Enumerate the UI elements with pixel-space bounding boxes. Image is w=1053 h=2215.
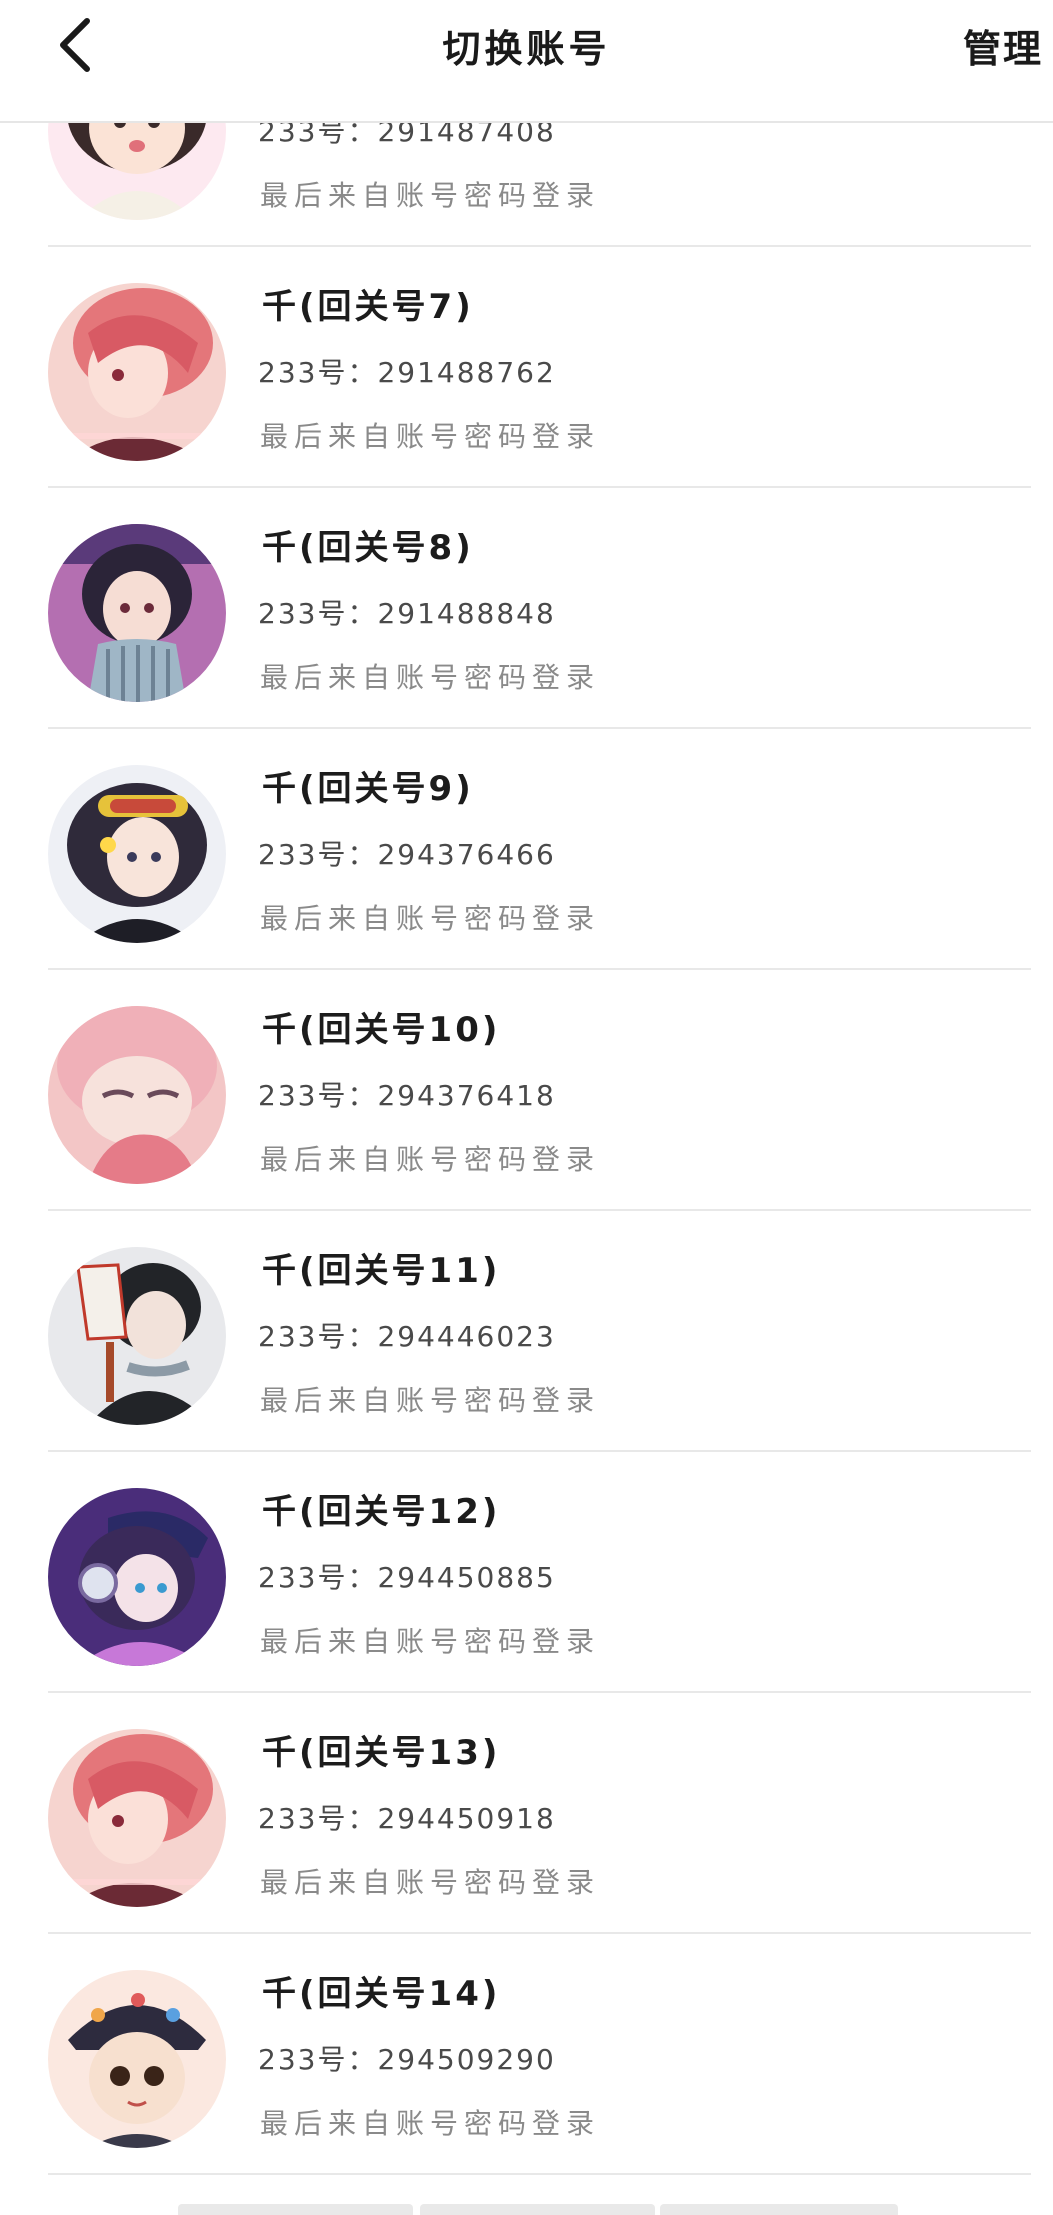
last-login-method: 最后来自账号密码登录 [260, 902, 601, 935]
account-id: 233号：294376466 [258, 838, 556, 871]
last-login-method: 最后来自账号密码登录 [260, 661, 601, 694]
last-login-method: 最后来自账号密码登录 [260, 1143, 601, 1176]
account-name: 千(回关号10) [262, 1010, 501, 1050]
account-name: 千(回关号7) [262, 287, 474, 327]
avatar [48, 1247, 226, 1425]
top-nav-bar: 切换账号 管理 [0, 0, 1053, 123]
avatar-illustration [48, 765, 226, 943]
last-login-method: 最后来自账号密码登录 [260, 1866, 601, 1899]
last-login-method: 最后来自账号密码登录 [260, 420, 601, 453]
avatar [48, 765, 226, 943]
account-name: 千(回关号14) [262, 1974, 501, 2014]
account-id: 233号：291488848 [258, 597, 556, 630]
avatar-illustration [48, 283, 226, 461]
last-login-method: 最后来自账号密码登录 [260, 179, 601, 212]
account-id: 233号：294450918 [258, 1802, 556, 1835]
placeholder-bar [660, 2204, 898, 2215]
account-name: 千(回关号13) [262, 1733, 501, 1773]
avatar-illustration [48, 1970, 226, 2148]
avatar [48, 283, 226, 461]
avatar [48, 524, 226, 702]
last-login-method: 最后来自账号密码登录 [260, 1625, 601, 1658]
account-row[interactable]: 千(回关号7) 233号：291488762 最后来自账号密码登录 [48, 247, 1031, 488]
account-name: 千(回关号11) [262, 1251, 501, 1291]
account-id: 233号：294446023 [258, 1320, 556, 1353]
account-name: 千(回关号12) [262, 1492, 501, 1532]
placeholder-bar [178, 2204, 413, 2215]
avatar-illustration [48, 1729, 226, 1907]
switch-account-screen: 233号：291487408 最后来自账号密码登录 千(回关号7) 233号：2… [0, 0, 1053, 2215]
avatar [48, 1488, 226, 1666]
manage-button[interactable]: 管理 [963, 18, 1043, 73]
account-row[interactable]: 千(回关号11) 233号：294446023 最后来自账号密码登录 [48, 1211, 1031, 1452]
account-id: 233号：291488762 [258, 356, 556, 389]
avatar [48, 1970, 226, 2148]
avatar-illustration [48, 524, 226, 702]
avatar [48, 1006, 226, 1184]
account-row[interactable]: 千(回关号10) 233号：294376418 最后来自账号密码登录 [48, 970, 1031, 1211]
account-row[interactable]: 千(回关号8) 233号：291488848 最后来自账号密码登录 [48, 488, 1031, 729]
last-login-method: 最后来自账号密码登录 [260, 1384, 601, 1417]
placeholder-bar [420, 2204, 655, 2215]
account-row[interactable]: 千(回关号9) 233号：294376466 最后来自账号密码登录 [48, 729, 1031, 970]
account-id: 233号：294509290 [258, 2043, 556, 2076]
account-id: 233号：294450885 [258, 1561, 556, 1594]
avatar-illustration [48, 1488, 226, 1666]
account-row[interactable]: 千(回关号12) 233号：294450885 最后来自账号密码登录 [48, 1452, 1031, 1693]
avatar-illustration [48, 1247, 226, 1425]
account-id: 233号：294376418 [258, 1079, 556, 1112]
account-row-partial[interactable] [48, 2196, 1031, 2215]
account-row[interactable]: 千(回关号13) 233号：294450918 最后来自账号密码登录 [48, 1693, 1031, 1934]
account-name: 千(回关号8) [262, 528, 474, 568]
account-name: 千(回关号9) [262, 769, 474, 809]
avatar [48, 1729, 226, 1907]
avatar-illustration [48, 1006, 226, 1184]
page-title: 切换账号 [442, 27, 611, 71]
last-login-method: 最后来自账号密码登录 [260, 2107, 601, 2140]
account-row[interactable]: 千(回关号14) 233号：294509290 最后来自账号密码登录 [48, 1934, 1031, 2175]
